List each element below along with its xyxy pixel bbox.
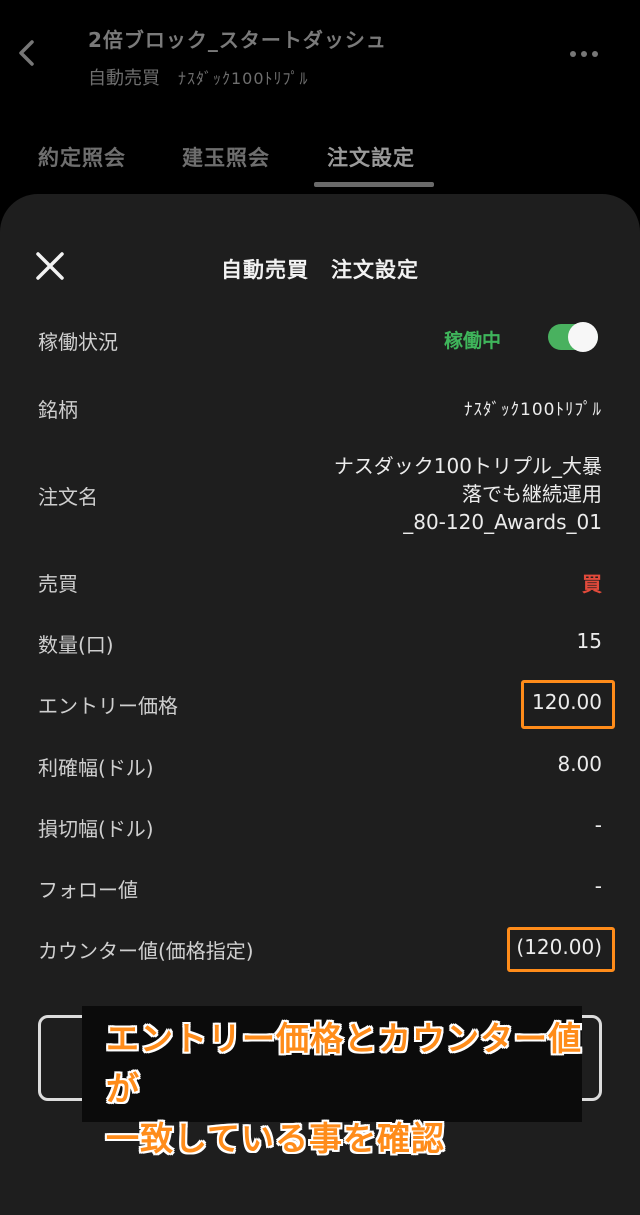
- take-profit-value: 8.00: [557, 752, 602, 776]
- stop-loss-label: 損切幅(ドル): [38, 817, 154, 841]
- status-toggle[interactable]: [548, 322, 598, 352]
- counter-label: カウンター値(価格指定): [38, 939, 254, 963]
- symbol-label: 銘柄: [38, 398, 78, 422]
- order-name-line: 落でも継続運用: [462, 482, 602, 506]
- annotation-line-2: 一致している事を確認: [106, 1119, 446, 1158]
- order-name-line: ナスダック100トリプル_大暴: [333, 454, 602, 478]
- page-title: 2倍ブロック_スタートダッシュ: [88, 28, 387, 52]
- page-subtitle: 自動売買 ﾅｽﾀﾞｯｸ100ﾄﾘﾌﾟﾙ: [88, 64, 309, 90]
- order-name-line: _80-120_Awards_01: [403, 510, 602, 534]
- take-profit-label: 利確幅(ドル): [38, 756, 154, 780]
- side-label: 売買: [38, 572, 78, 596]
- tab-executions[interactable]: 約定照会: [38, 142, 126, 172]
- toggle-knob: [568, 322, 598, 352]
- side-value: 買: [582, 572, 602, 596]
- status-value: 稼働中: [444, 330, 502, 352]
- app-header: 2倍ブロック_スタートダッシュ 自動売買 ﾅｽﾀﾞｯｸ100ﾄﾘﾌﾟﾙ: [0, 0, 640, 110]
- more-options-icon[interactable]: [568, 46, 600, 62]
- follow-value: -: [594, 874, 602, 898]
- order-name-label: 注文名: [38, 485, 98, 509]
- back-arrow-icon[interactable]: [14, 38, 40, 68]
- entry-price-label: エントリー価格: [38, 694, 178, 718]
- annotation-line-1: エントリー価格とカウンター値が: [106, 1019, 582, 1108]
- quantity-value: 15: [576, 629, 602, 653]
- tab-order-settings[interactable]: 注文設定: [327, 142, 415, 172]
- subtitle-type: 自動売買: [88, 68, 160, 89]
- symbol-value: ﾅｽﾀﾞｯｸ100ﾄﾘﾌﾟﾙ: [464, 400, 602, 420]
- subtitle-symbol: ﾅｽﾀﾞｯｸ100ﾄﾘﾌﾟﾙ: [178, 69, 309, 88]
- tab-bar: 約定照会 建玉照会 注文設定: [0, 130, 640, 190]
- quantity-label: 数量(口): [38, 633, 114, 657]
- entry-price-highlight: [521, 680, 615, 729]
- annotation-box: エントリー価格とカウンター値が 一致している事を確認: [82, 1006, 582, 1158]
- sheet-title: 自動売買 注文設定: [221, 258, 419, 282]
- stop-loss-value: -: [594, 813, 602, 837]
- order-name-value: ナスダック100トリプル_大暴 落でも継続運用 _80-120_Awards_0…: [302, 452, 602, 536]
- status-label: 稼働状況: [38, 330, 118, 354]
- active-tab-indicator: [314, 182, 434, 187]
- tab-positions[interactable]: 建玉照会: [182, 142, 270, 172]
- follow-label: フォロー値: [38, 878, 138, 902]
- counter-value-highlight: [507, 927, 615, 972]
